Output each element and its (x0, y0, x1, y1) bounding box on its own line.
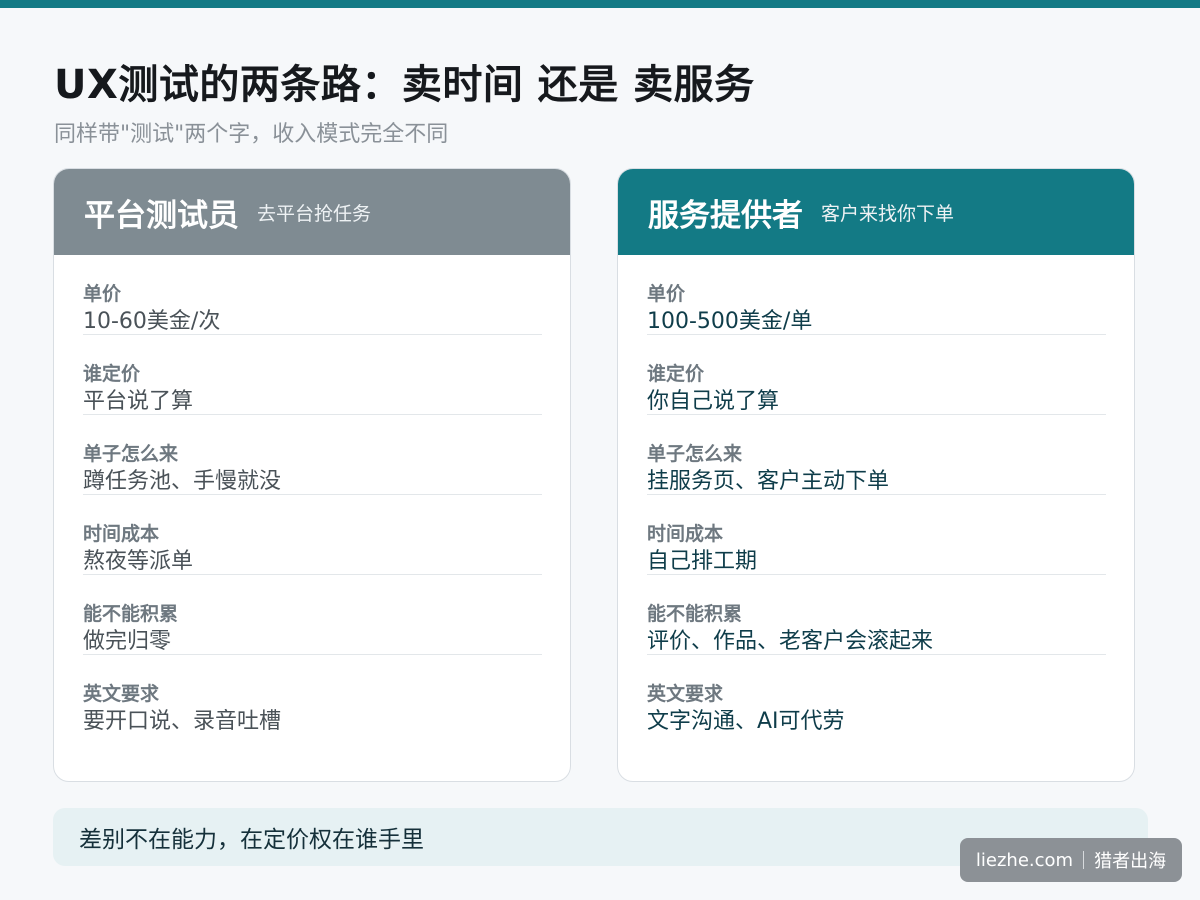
page-title: UX测试的两条路：卖时间 还是 卖服务 (54, 62, 755, 108)
row-order-source: 单子怎么来 挂服务页、客户主动下单 (647, 415, 1106, 495)
row-value: 评价、作品、老客户会滚起来 (647, 629, 934, 654)
card-note: 客户来找你下单 (821, 202, 955, 225)
row-pricing-control: 谁定价 平台说了算 (83, 335, 542, 415)
row-value: 要开口说、录音吐槽 (83, 709, 282, 734)
watermark-site: liezhe.com (975, 849, 1074, 871)
page-subtitle: 同样带"测试"两个字，收入模式完全不同 (54, 122, 449, 147)
row-order-source: 单子怎么来 蹲任务池、手慢就没 (83, 415, 542, 495)
row-label: 谁定价 (647, 363, 705, 385)
row-value: 文字沟通、AI可代劳 (647, 709, 845, 734)
row-label: 英文要求 (647, 683, 724, 705)
row-time-cost: 时间成本 熬夜等派单 (83, 495, 542, 575)
row-label: 单价 (83, 283, 122, 305)
row-value: 蹲任务池、手慢就没 (83, 469, 282, 494)
row-price: 单价 10-60美金/次 (83, 255, 542, 335)
watermark-brand: 猎者出海 (1094, 851, 1167, 872)
card-title: 服务提供者 (648, 197, 803, 234)
card-header: 服务提供者 客户来找你下单 (618, 169, 1134, 255)
watermark-divider (1083, 851, 1085, 869)
row-value: 平台说了算 (83, 389, 194, 414)
row-label: 谁定价 (83, 363, 141, 385)
conclusion-text: 差别不在能力，在定价权在谁手里 (79, 827, 424, 853)
row-time-cost: 时间成本 自己排工期 (647, 495, 1106, 575)
attribute-list: 单价 10-60美金/次 谁定价 平台说了算 单子怎么来 蹲任务池、手慢就没 时… (54, 255, 570, 735)
card-note: 去平台抢任务 (257, 202, 372, 225)
row-label: 时间成本 (647, 523, 724, 545)
row-value: 10-60美金/次 (83, 309, 221, 334)
row-value: 自己排工期 (647, 549, 758, 574)
row-price: 单价 100-500美金/单 (647, 255, 1106, 335)
row-label: 能不能积累 (83, 603, 179, 625)
row-label: 单价 (647, 283, 686, 305)
row-label: 时间成本 (83, 523, 160, 545)
platform-tester-card: 平台测试员 去平台抢任务 单价 10-60美金/次 谁定价 平台说了算 单子怎么… (53, 168, 571, 782)
card-title: 平台测试员 (84, 197, 239, 234)
row-label: 单子怎么来 (647, 443, 743, 465)
row-value: 你自己说了算 (647, 389, 780, 414)
row-value: 做完归零 (83, 629, 172, 654)
top-accent-bar (0, 0, 1200, 8)
row-label: 英文要求 (83, 683, 160, 705)
row-pricing-control: 谁定价 你自己说了算 (647, 335, 1106, 415)
row-value: 熬夜等派单 (83, 549, 194, 574)
row-value: 100-500美金/单 (647, 309, 813, 334)
service-provider-card: 服务提供者 客户来找你下单 单价 100-500美金/单 谁定价 你自己说了算 … (617, 168, 1135, 782)
row-label: 能不能积累 (647, 603, 743, 625)
row-accumulation: 能不能积累 评价、作品、老客户会滚起来 (647, 575, 1106, 655)
watermark-badge: liezhe.com 猎者出海 (960, 838, 1182, 882)
row-value: 挂服务页、客户主动下单 (647, 469, 890, 494)
row-english-requirement: 英文要求 要开口说、录音吐槽 (83, 655, 542, 735)
row-english-requirement: 英文要求 文字沟通、AI可代劳 (647, 655, 1106, 735)
row-accumulation: 能不能积累 做完归零 (83, 575, 542, 655)
card-header: 平台测试员 去平台抢任务 (54, 169, 570, 255)
row-label: 单子怎么来 (83, 443, 179, 465)
attribute-list: 单价 100-500美金/单 谁定价 你自己说了算 单子怎么来 挂服务页、客户主… (618, 255, 1134, 735)
